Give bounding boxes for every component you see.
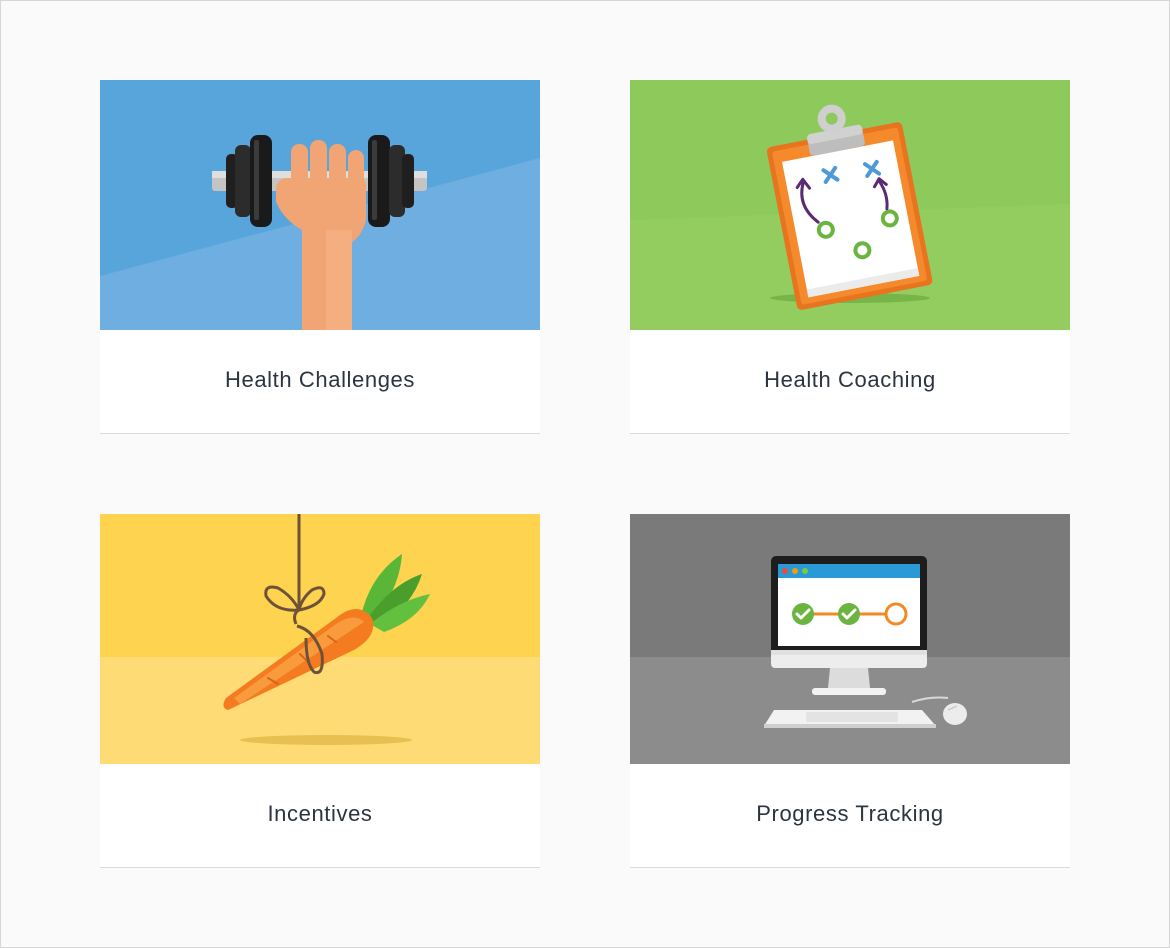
card-health-challenges[interactable]: Health Challenges bbox=[100, 80, 540, 434]
computer-illustration bbox=[630, 514, 1070, 764]
card-title: Health Challenges bbox=[225, 367, 415, 392]
dumbbell-illustration bbox=[100, 80, 540, 330]
card-health-coaching[interactable]: Health Coaching bbox=[630, 80, 1070, 434]
card-title: Progress Tracking bbox=[756, 801, 944, 826]
carrot-illustration bbox=[100, 514, 540, 764]
card-title: Incentives bbox=[267, 801, 373, 826]
card-title: Health Coaching bbox=[764, 367, 936, 392]
card-incentives[interactable]: Incentives bbox=[100, 514, 540, 868]
card-progress-tracking[interactable]: Progress Tracking bbox=[630, 514, 1070, 868]
clipboard-illustration bbox=[630, 80, 1070, 330]
